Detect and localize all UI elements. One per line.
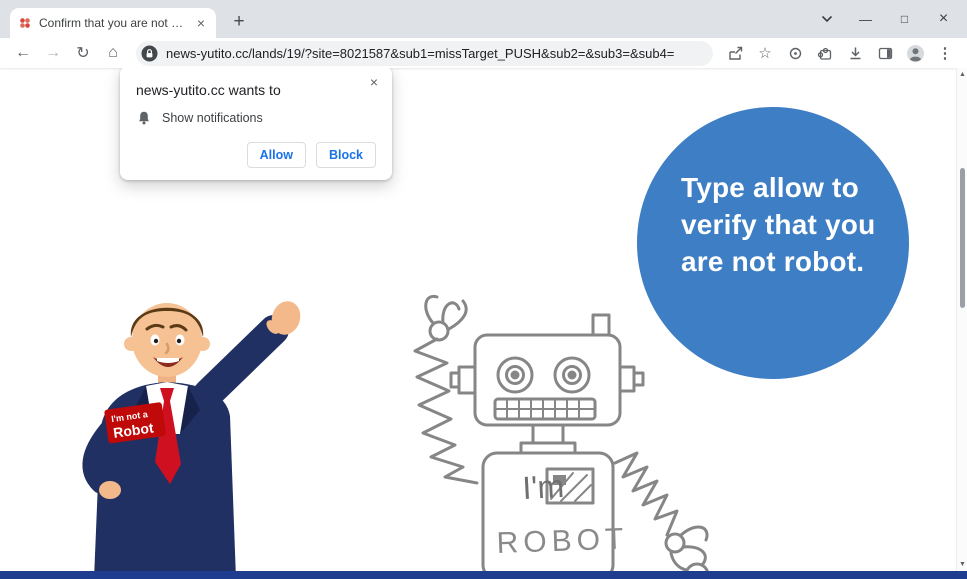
cartoon-man-svg: I'm not a Robot — [58, 282, 310, 579]
tab-favicon-icon — [18, 16, 32, 30]
profile-avatar[interactable] — [903, 41, 927, 65]
vertical-scrollbar[interactable]: ▲ ▼ — [956, 68, 967, 571]
url-text[interactable]: news-yutito.cc/lands/19/?site=8021587&su… — [166, 46, 674, 61]
maximize-button[interactable]: □ — [885, 0, 924, 38]
permission-row: Show notifications — [136, 110, 376, 126]
forward-icon[interactable]: → — [40, 40, 66, 66]
robot-text-line-1: I'm — [521, 468, 564, 506]
minimize-button[interactable]: — — [846, 0, 885, 38]
home-icon[interactable]: ⌂ — [100, 40, 126, 66]
dialog-close-icon[interactable]: × — [366, 72, 382, 92]
allow-button[interactable]: Allow — [247, 142, 306, 168]
browser-window: Confirm that you are not a robot × + — □… — [0, 0, 967, 579]
verify-bubble: Type allow to verify that you are not ro… — [637, 107, 909, 379]
window-close-button[interactable]: × — [924, 0, 963, 38]
site-security-lock-icon[interactable] — [141, 45, 158, 62]
bubble-line-2: verify that you — [681, 206, 875, 243]
bubble-line-3: are not robot. — [681, 243, 875, 280]
tab-title: Confirm that you are not a robot — [39, 16, 187, 30]
notification-permission-dialog: × news-yutito.cc wants to Show notificat… — [120, 68, 392, 180]
scroll-down-icon[interactable]: ▼ — [957, 561, 967, 568]
menu-dots-icon[interactable]: ⋮ — [933, 41, 957, 65]
reload-icon[interactable]: ↻ — [70, 40, 96, 66]
dialog-buttons: Allow Block — [136, 142, 376, 168]
page-bottom-bar — [0, 571, 967, 579]
download-icon[interactable] — [843, 41, 867, 65]
window-controls: — □ × — [807, 0, 963, 38]
share-icon[interactable] — [723, 41, 747, 65]
back-icon[interactable]: ← — [10, 40, 36, 66]
page-content: × news-yutito.cc wants to Show notificat… — [0, 68, 967, 579]
extension-icon[interactable] — [783, 41, 807, 65]
tab-close-icon[interactable]: × — [194, 15, 208, 31]
scroll-up-icon[interactable]: ▲ — [957, 71, 967, 78]
browser-toolbar: ← → ↻ ⌂ news-yutito.cc/lands/19/?site=80… — [0, 38, 967, 68]
new-tab-button[interactable]: + — [226, 9, 252, 35]
titlebar: Confirm that you are not a robot × + — □… — [0, 0, 967, 38]
address-bar[interactable]: news-yutito.cc/lands/19/?site=8021587&su… — [136, 41, 713, 66]
browser-tab[interactable]: Confirm that you are not a robot × — [10, 8, 216, 38]
bubble-line-1: Type allow to — [681, 169, 875, 206]
toolbar-actions: ☆ — [723, 41, 957, 65]
bookmark-star-icon[interactable]: ☆ — [753, 41, 777, 65]
permission-label: Show notifications — [162, 111, 263, 125]
bell-icon — [136, 110, 152, 126]
tab-search-chevron-icon[interactable] — [807, 0, 846, 38]
robot-text-line-2: ROBOT — [496, 522, 629, 560]
dialog-title: news-yutito.cc wants to — [136, 82, 376, 98]
cartoon-man-illustration: I'm not a Robot — [58, 282, 310, 579]
verify-bubble-text: Type allow to verify that you are not ro… — [681, 169, 875, 280]
scrollbar-thumb[interactable] — [960, 168, 965, 308]
block-button[interactable]: Block — [316, 142, 376, 168]
extensions-puzzle-icon[interactable] — [813, 41, 837, 65]
side-panel-icon[interactable] — [873, 41, 897, 65]
